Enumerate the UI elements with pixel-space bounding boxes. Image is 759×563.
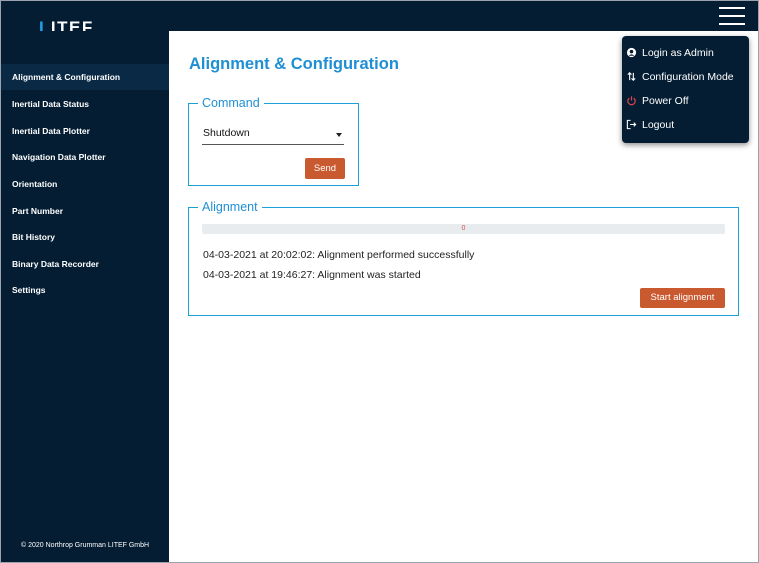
alignment-legend: Alignment — [198, 199, 262, 215]
menu-item-label: Configuration Mode — [642, 71, 734, 83]
menu-item-configuration-mode[interactable]: Configuration Mode — [622, 66, 749, 88]
top-bar: LITEF — [1, 1, 758, 37]
sidebar-item-settings[interactable]: Settings — [1, 277, 169, 303]
menu-item-label: Login as Admin — [642, 47, 714, 59]
alignment-log-entry: 04-03-2021 at 20:02:02: Alignment perfor… — [203, 249, 475, 261]
menu-bar-line — [719, 15, 745, 17]
start-alignment-button[interactable]: Start alignment — [640, 288, 725, 308]
chevron-down-icon — [336, 133, 342, 137]
user-icon — [626, 47, 637, 58]
power-icon — [627, 96, 636, 106]
sidebar-item-inertial-data-status[interactable]: Inertial Data Status — [1, 91, 169, 117]
send-button[interactable]: Send — [305, 158, 345, 179]
command-select-value: Shutdown — [203, 127, 250, 139]
sidebar-item-orientation[interactable]: Orientation — [1, 171, 169, 197]
alignment-log-entry: 04-03-2021 at 19:46:27: Alignment was st… — [203, 269, 421, 281]
sidebar-item-bit-history[interactable]: Bit History — [1, 224, 169, 250]
logout-icon — [626, 119, 637, 130]
sidebar-item-navigation-data-plotter[interactable]: Navigation Data Plotter — [1, 144, 169, 170]
menu-item-power-off[interactable]: Power Off — [622, 90, 749, 112]
command-select[interactable]: Shutdown — [202, 124, 344, 145]
app-window: LITEF Alignment & Configuration Inertial… — [0, 0, 759, 563]
command-legend: Command — [198, 95, 264, 111]
sidebar-item-alignment-configuration[interactable]: Alignment & Configuration — [1, 64, 169, 90]
sidebar: Alignment & Configuration Inertial Data … — [1, 31, 169, 562]
swap-arrows-icon — [627, 72, 636, 81]
sidebar-item-part-number[interactable]: Part Number — [1, 198, 169, 224]
sidebar-item-binary-data-recorder[interactable]: Binary Data Recorder — [1, 251, 169, 277]
alignment-panel: Alignment 0 04-03-2021 at 20:02:02: Alig… — [188, 199, 739, 316]
menu-bar-line — [719, 7, 745, 9]
copyright-text: © 2020 Northrop Grumman LITEF GmbH — [21, 542, 150, 549]
progress-label: 0 — [461, 225, 466, 232]
menu-item-login-as-admin[interactable]: Login as Admin — [622, 42, 749, 64]
hamburger-menu-icon[interactable] — [719, 6, 745, 26]
page-title: Alignment & Configuration — [189, 55, 399, 73]
alignment-progress-bar: 0 — [202, 224, 725, 234]
command-panel: Command Shutdown Send — [188, 95, 359, 186]
user-dropdown-menu: Login as Admin Configuration Mode Power … — [622, 36, 749, 143]
menu-item-label: Power Off — [642, 95, 689, 107]
menu-bar-line — [719, 23, 745, 25]
menu-item-label: Logout — [642, 119, 675, 131]
menu-item-logout[interactable]: Logout — [622, 114, 749, 136]
sidebar-item-inertial-data-plotter[interactable]: Inertial Data Plotter — [1, 118, 169, 144]
